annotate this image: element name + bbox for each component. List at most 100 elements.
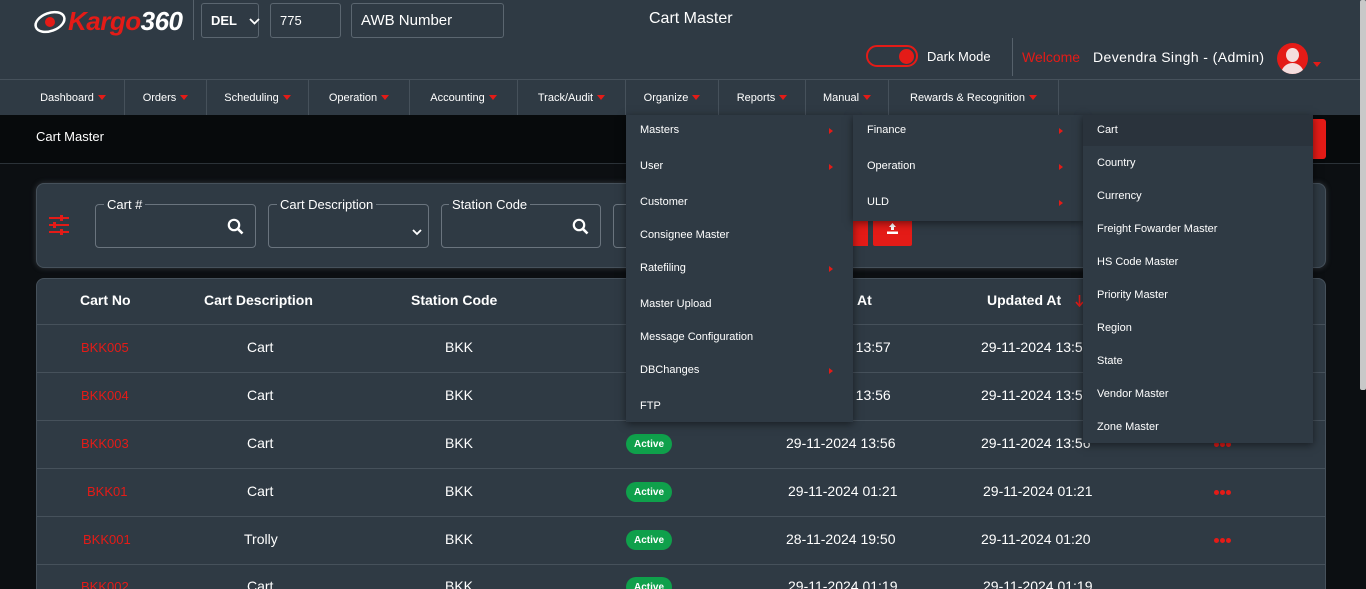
cart-description-label: Cart Description <box>277 197 377 212</box>
station-value: DEL <box>211 13 237 28</box>
cart-description-cell: Cart <box>247 339 274 355</box>
user-menu-chevron-icon[interactable] <box>1313 54 1321 72</box>
table-row[interactable] <box>37 516 1325 564</box>
cart-no-link[interactable]: BKK01 <box>87 484 127 499</box>
table-row[interactable] <box>37 468 1325 516</box>
updated-at-cell: 29-11-2024 13:5 <box>981 339 1083 355</box>
menu-item-customer[interactable]: Customer <box>640 196 688 208</box>
menu-item-dbchanges[interactable]: DBChanges <box>640 364 699 376</box>
chevron-down-icon <box>282 95 291 100</box>
cart-no-link[interactable]: BKK003 <box>81 436 129 451</box>
nav-reports[interactable]: Reports <box>719 80 806 115</box>
dark-mode-toggle[interactable] <box>866 45 918 67</box>
menu-item-user[interactable]: User <box>640 160 663 172</box>
nav-organize[interactable]: Organize <box>626 80 719 115</box>
col-header-station-code[interactable]: Station Code <box>411 292 497 308</box>
menu-item-finance[interactable]: Finance <box>867 124 906 136</box>
cart-description-cell: Cart <box>247 483 274 499</box>
menu-item-master-upload[interactable]: Master Upload <box>640 298 712 310</box>
page-heading: Cart Master <box>649 10 733 27</box>
cart-no-link[interactable]: BKK001 <box>83 532 131 547</box>
chevron-down-icon <box>779 95 788 100</box>
col-header-created-at[interactable]: At <box>857 292 872 308</box>
cart-no-link[interactable]: BKK004 <box>81 388 129 403</box>
station-select[interactable]: DEL <box>201 3 260 38</box>
dark-mode-label: Dark Mode <box>927 49 991 64</box>
station-code-cell: BKK <box>445 531 474 547</box>
filter-sliders-icon[interactable] <box>48 214 70 241</box>
status-badge: Active <box>626 530 672 550</box>
cart-no-link[interactable]: BKK002 <box>81 579 129 589</box>
welcome-text: Welcome <box>1022 49 1081 65</box>
search-icon[interactable] <box>227 218 244 240</box>
menu-item-priority-master[interactable]: Priority Master <box>1097 289 1168 301</box>
avatar-body <box>1281 63 1304 74</box>
chevron-right-icon <box>829 368 833 374</box>
nav-manual[interactable]: Manual <box>806 80 889 115</box>
breadcrumb: Cart Master <box>36 129 104 144</box>
menu-item-freight-forwarder-master[interactable]: Freight Fowarder Master <box>1097 223 1217 235</box>
user-name: Devendra Singh - (Admin) <box>1093 49 1265 65</box>
avatar[interactable] <box>1277 43 1308 74</box>
table-row[interactable] <box>37 564 1325 589</box>
search-icon[interactable] <box>572 218 589 240</box>
row-actions-icon[interactable] <box>1214 490 1231 495</box>
station-code-cell: BKK <box>445 387 474 403</box>
menu-item-region[interactable]: Region <box>1097 322 1132 334</box>
updated-at-cell: 29-11-2024 01:21 <box>983 483 1093 499</box>
menu-item-zone-master[interactable]: Zone Master <box>1097 421 1159 433</box>
col-header-cart-description[interactable]: Cart Description <box>204 292 313 308</box>
nav-label: Accounting <box>430 91 485 104</box>
cart-description-cell: Cart <box>247 387 274 403</box>
menu-item-state[interactable]: State <box>1097 355 1123 367</box>
chevron-down-icon <box>1028 95 1037 100</box>
status-badge: Active <box>626 434 672 454</box>
menu-item-consignee-master[interactable]: Consignee Master <box>640 229 729 241</box>
cart-no-link[interactable]: BKK005 <box>81 340 129 355</box>
nav-rewards[interactable]: Rewards & Recognition <box>889 80 1059 115</box>
kargo360-logo[interactable]: Kargo 360 <box>32 4 183 38</box>
menu-item-currency[interactable]: Currency <box>1097 190 1142 202</box>
menu-item-ftp[interactable]: FTP <box>640 400 661 412</box>
nav-accounting[interactable]: Accounting <box>410 80 518 115</box>
main-nav: Dashboard Orders Scheduling Operation Ac… <box>0 79 1366 115</box>
chevron-down-icon <box>863 95 872 100</box>
awb-number-input[interactable]: AWB Number <box>351 3 504 38</box>
col-header-updated-at[interactable]: Updated At <box>987 292 1061 308</box>
nav-label: Manual <box>822 91 860 104</box>
updated-at-cell: 29-11-2024 01:20 <box>981 531 1091 547</box>
col-header-cart-no[interactable]: Cart No <box>80 292 131 308</box>
menu-item-message-configuration[interactable]: Message Configuration <box>640 331 753 343</box>
updated-at-cell: 29-11-2024 13:56 <box>981 435 1091 451</box>
upload-icon <box>886 222 899 240</box>
organize-dropdown: Masters User Customer Consignee Master R… <box>626 115 853 422</box>
menu-item-cart[interactable]: Cart <box>1097 124 1118 136</box>
nav-dashboard[interactable]: Dashboard <box>22 80 125 115</box>
chevron-right-icon <box>1059 128 1063 134</box>
menu-item-masters[interactable]: Masters <box>640 124 679 136</box>
menu-item-operation[interactable]: Operation <box>867 160 915 172</box>
awb-prefix-input[interactable]: 775 <box>270 3 341 38</box>
chevron-down-icon <box>488 95 497 100</box>
nav-label: Operation <box>328 91 378 104</box>
menu-item-hs-code-master[interactable]: HS Code Master <box>1097 256 1178 268</box>
row-actions-icon[interactable] <box>1214 538 1231 543</box>
menu-item-uld[interactable]: ULD <box>867 196 889 208</box>
chevron-down-icon <box>249 13 260 28</box>
menu-item-ratefiling[interactable]: Ratefiling <box>640 262 686 274</box>
nav-operation[interactable]: Operation <box>309 80 410 115</box>
page-scrollbar[interactable] <box>1360 0 1366 390</box>
menu-item-country[interactable]: Country <box>1097 157 1136 169</box>
nav-orders[interactable]: Orders <box>125 80 207 115</box>
logo-text-kargo: Kargo <box>68 5 141 36</box>
created-at-cell: 29-11-2024 01:19 <box>788 578 898 589</box>
chevron-down-icon <box>381 95 390 100</box>
logo-mark-icon <box>32 6 68 36</box>
menu-item-vendor-master[interactable]: Vendor Master <box>1097 388 1169 400</box>
updated-at-cell: 29-11-2024 13:5 <box>981 387 1083 403</box>
created-at-cell: 28-11-2024 19:50 <box>786 531 896 547</box>
cart-description-cell: Cart <box>247 578 274 589</box>
chevron-right-icon <box>829 128 833 134</box>
nav-track-audit[interactable]: Track/Audit <box>518 80 626 115</box>
nav-scheduling[interactable]: Scheduling <box>207 80 309 115</box>
